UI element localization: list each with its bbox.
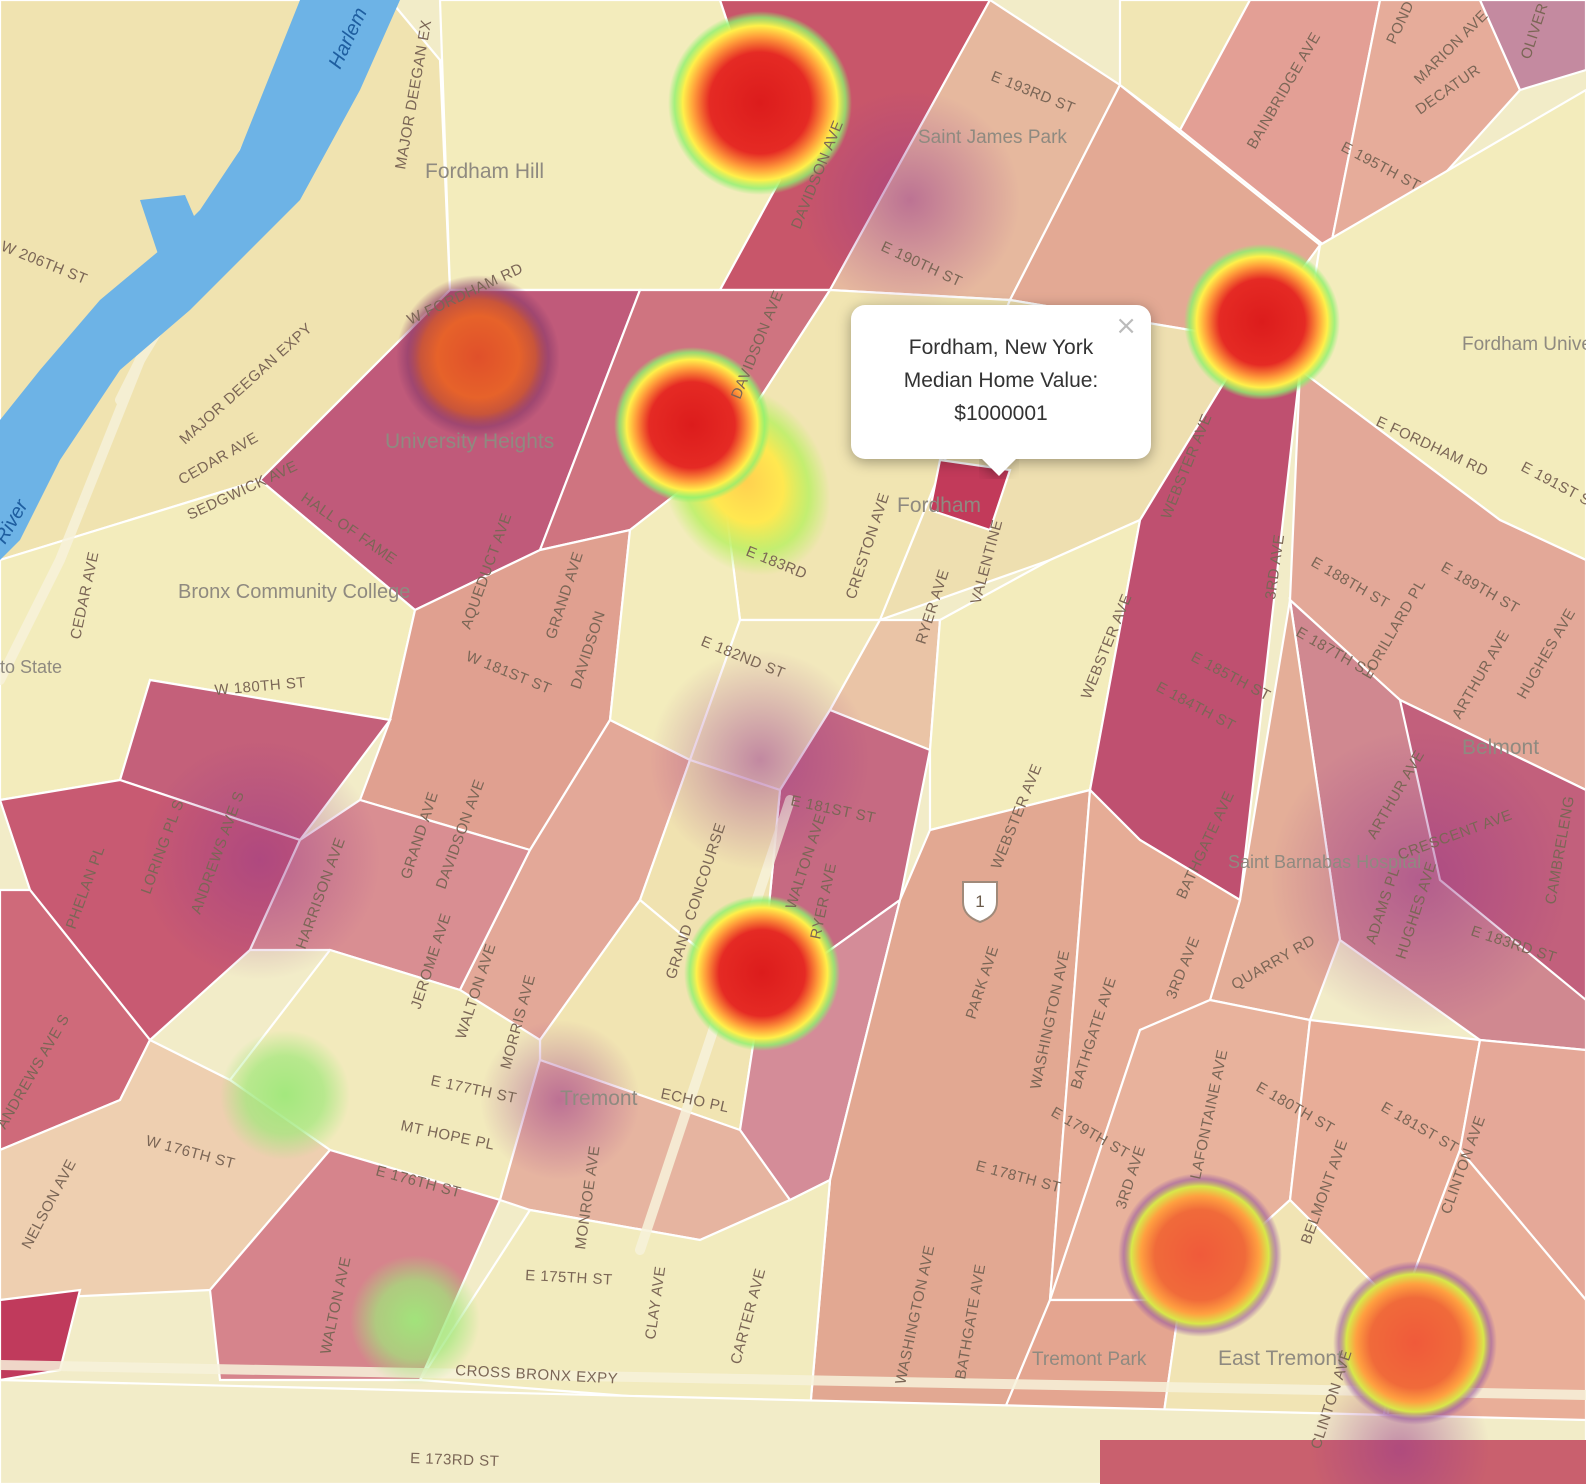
popup-metric-value: $1000001	[954, 402, 1048, 425]
street-label: E 173RD ST	[410, 1450, 500, 1470]
place-university-heights: University Heights	[385, 430, 554, 453]
map-view[interactable]: Fordham Hill Saint James Park University…	[0, 0, 1586, 1484]
popup-location: Fordham, New York	[908, 336, 1094, 359]
map-canvas[interactable]: Fordham Hill Saint James Park University…	[0, 0, 1586, 1484]
place-tremont-park: Tremont Park	[1032, 1349, 1147, 1370]
popup-tip	[979, 459, 1019, 479]
svg-text:1: 1	[975, 892, 984, 911]
route-shield-icon: 1	[962, 881, 998, 924]
place-saint-james: Saint James Park	[918, 127, 1067, 148]
place-east-tremont: East Tremont	[1218, 1347, 1343, 1370]
place-to-state: to State	[0, 657, 62, 677]
place-fordham-university: Fordham University	[1462, 334, 1586, 355]
place-fordham: Fordham	[897, 494, 981, 517]
info-popup[interactable]: × Fordham, New York Median Home Value: $…	[851, 305, 1151, 459]
place-belmont: Belmont	[1462, 736, 1539, 759]
place-bronx-cc: Bronx Community College	[178, 581, 410, 603]
close-icon[interactable]: ×	[1115, 313, 1137, 339]
place-tremont: Tremont	[560, 1087, 638, 1110]
popup-metric-label: Median Home Value:	[903, 369, 1099, 392]
place-fordham-hill: Fordham Hill	[425, 160, 544, 183]
